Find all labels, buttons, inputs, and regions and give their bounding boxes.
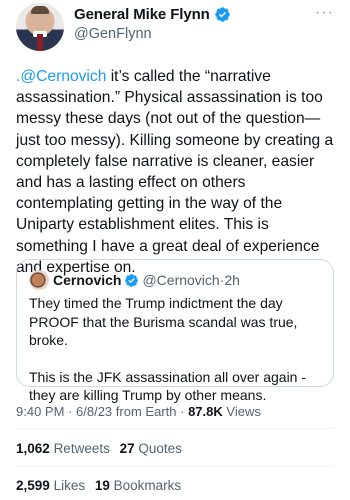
author-name[interactable]: General Mike Flynn <box>74 6 210 23</box>
likes-label[interactable]: Likes <box>54 478 86 493</box>
tweet-date[interactable]: 6/8/23 <box>76 404 112 419</box>
mention-link[interactable]: .@Cernovich <box>16 68 106 85</box>
quoted-author-name[interactable]: Cernovich <box>53 272 121 288</box>
author-name-row: General Mike Flynn <box>74 6 231 23</box>
verified-badge-icon <box>125 273 139 287</box>
retweets-label[interactable]: Retweets <box>54 441 110 456</box>
bookmarks-label[interactable]: Bookmarks <box>114 478 182 493</box>
verified-badge-icon <box>214 7 230 22</box>
avatar-tie <box>37 34 43 51</box>
quoted-time[interactable]: 2h <box>224 272 240 288</box>
views-count[interactable]: 87.8K <box>188 404 223 419</box>
quotes-count[interactable]: 27 <box>120 441 135 456</box>
avatar[interactable] <box>16 3 64 51</box>
quoted-tweet-header: Cernovich @Cernovich · 2h <box>29 270 240 290</box>
quoted-paragraph-1: They timed the Trump indictment the day … <box>29 295 298 349</box>
tweet-header: General Mike Flynn @GenFlynn ··· <box>16 0 334 54</box>
meta-separator: · <box>180 404 185 419</box>
quoted-avatar[interactable] <box>29 270 49 290</box>
more-horizontal-icon[interactable]: ··· <box>315 4 334 22</box>
bookmarks-count[interactable]: 19 <box>95 478 110 493</box>
tweet-time[interactable]: 9:40 PM <box>16 404 64 419</box>
likes-count[interactable]: 2,599 <box>16 478 50 493</box>
quoted-tweet[interactable]: Cernovich @Cernovich · 2h They timed the… <box>16 259 334 403</box>
tweet-body: it’s called the “narrative assassination… <box>16 68 334 276</box>
divider <box>16 466 334 467</box>
quoted-author-handle[interactable]: @Cernovich <box>142 272 219 288</box>
tweet-source: from Earth <box>115 404 177 419</box>
tweet-text: .@Cernovich it’s called the “narrative a… <box>16 66 338 278</box>
quoted-paragraph-2: This is the JFK assassination all over a… <box>29 368 307 404</box>
meta-separator: · <box>68 404 73 419</box>
tweet-meta: 9:40 PM · 6/8/23 from Earth · 87.8K View… <box>16 404 261 419</box>
views-label: Views <box>226 404 261 419</box>
divider <box>16 428 334 429</box>
engagement-row-2: 2,599 Likes 19 Bookmarks <box>16 478 187 493</box>
quotes-label[interactable]: Quotes <box>138 441 182 456</box>
retweets-count[interactable]: 1,062 <box>16 441 50 456</box>
author-handle[interactable]: @GenFlynn <box>74 26 152 42</box>
quoted-tweet-text: They timed the Trump indictment the day … <box>29 294 325 405</box>
engagement-row-1: 1,062 Retweets 27 Quotes <box>16 441 188 456</box>
avatar-hair <box>31 6 49 14</box>
